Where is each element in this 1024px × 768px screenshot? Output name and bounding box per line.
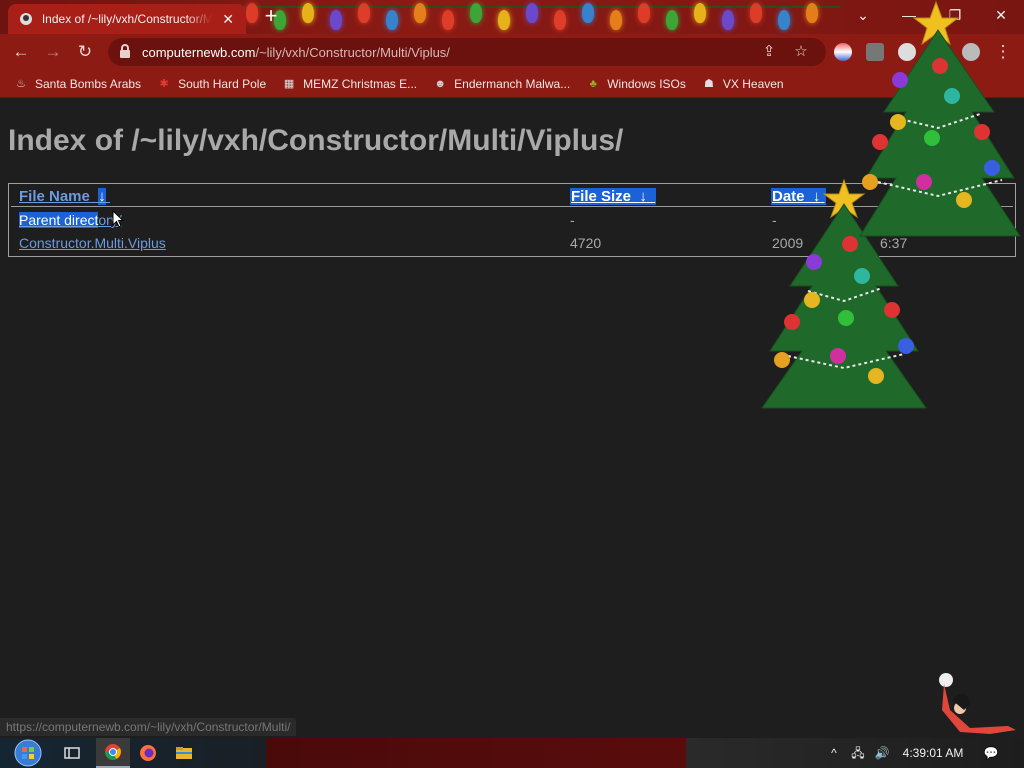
vx-heaven-icon: ☗: [703, 78, 714, 90]
bookmark-item[interactable]: ☻ Endermanch Malwa...: [433, 77, 570, 91]
light-bulb-icon: [806, 3, 818, 23]
address-bar[interactable]: computernewb.com/~lily/vxh/Constructor/M…: [108, 38, 826, 66]
light-bulb-icon: [358, 3, 370, 23]
light-bulb-icon: [386, 10, 398, 30]
url-path: /~lily/vxh/Constructor/Multi/Viplus/: [255, 44, 450, 60]
light-bulb-icon: [554, 10, 566, 30]
santa-girl-icon: [939, 673, 1016, 734]
file-explorer-icon[interactable]: [170, 741, 198, 765]
snowflake-icon: ✱: [159, 78, 169, 90]
light-bulb-icon: [778, 10, 790, 30]
xmas-tree-icon: ♣: [589, 77, 597, 90]
light-bulb-icon: [666, 10, 678, 30]
url-host: computernewb.com: [142, 44, 256, 60]
sort-arrow-icon: ↓: [98, 188, 106, 205]
bookmark-item[interactable]: ♣ Windows ISOs: [586, 77, 686, 91]
light-bulb-icon: [750, 3, 762, 23]
parent-directory-link[interactable]: Parent directory/: [19, 212, 122, 228]
url-text[interactable]: computernewb.com/~lily/vxh/Constructor/M…: [142, 45, 450, 60]
light-bulb-icon: [582, 3, 594, 23]
light-bulb-icon: [330, 10, 342, 30]
bookmark-label: Santa Bombs Arabs: [35, 76, 142, 91]
page-icon: ▦: [283, 78, 295, 90]
raccoon-icon: ☻: [434, 77, 446, 90]
network-icon[interactable]: 🖧: [848, 738, 868, 768]
bookmark-item[interactable]: ☗ VX Heaven: [702, 77, 784, 91]
light-bulb-icon: [526, 3, 538, 23]
bookmark-label: VX Heaven: [722, 76, 784, 91]
tab-title: Index of /~lily/vxh/Constructor/Multi/Vi…: [41, 12, 213, 26]
sort-arrow-icon: ↓: [639, 188, 647, 205]
back-button[interactable]: ←: [8, 40, 34, 64]
column-label: File Size: [571, 188, 632, 205]
column-label: File Name: [19, 188, 90, 205]
light-bulb-icon: [498, 10, 510, 30]
bookmark-label: Windows ISOs: [607, 76, 686, 91]
chrome-icon[interactable]: [96, 738, 130, 768]
forward-button[interactable]: →: [40, 40, 66, 64]
status-bar-url: https://computernewb.com/~lily/vxh/Const…: [0, 718, 297, 736]
task-view-icon[interactable]: [58, 741, 86, 765]
bookmark-item[interactable]: ♨ Santa Bombs Arabs: [14, 77, 141, 91]
light-bulb-icon: [470, 3, 482, 23]
lock-icon[interactable]: [120, 44, 130, 58]
christmas-lights: [240, 0, 840, 34]
page-content: Index of /~lily/vxh/Constructor/Multi/Vi…: [0, 0, 1024, 738]
mouse-cursor-icon: [112, 210, 124, 228]
table-row-name[interactable]: Parent directory/: [19, 212, 122, 228]
start-orb-icon[interactable]: [10, 738, 46, 768]
sort-file-size-link[interactable]: File Size ↓: [570, 188, 657, 205]
light-bulb-icon: [414, 3, 426, 23]
column-header-file-size[interactable]: File Size ↓: [570, 188, 657, 205]
file-link[interactable]: Constructor.Multi.Viplus: [19, 235, 166, 251]
notifications-icon[interactable]: 💬: [980, 738, 1002, 768]
firefox-icon[interactable]: [134, 741, 162, 765]
page-title: Index of /~lily/vxh/Constructor/Multi/Vi…: [8, 124, 624, 157]
volume-icon[interactable]: 🔊: [872, 738, 892, 768]
bookmark-label: MEMZ Christmas E...: [303, 76, 418, 91]
light-bulb-icon: [302, 3, 314, 23]
light-bulb-icon: [442, 10, 454, 30]
share-icon[interactable]: ⇪: [758, 42, 780, 62]
windows-taskbar: ^ 🖧 🔊 4:39:01 AM 💬: [0, 738, 1024, 768]
bookmark-label: South Hard Pole: [178, 76, 267, 91]
link-selected-text: Parent direct: [19, 212, 99, 228]
tab-close-icon[interactable]: ✕: [220, 11, 236, 28]
light-bulb-icon: [638, 3, 650, 23]
extension-flag-icon[interactable]: [834, 43, 852, 61]
bookmark-item[interactable]: ✱ South Hard Pole: [157, 77, 266, 91]
column-header-file-name[interactable]: File Name ↓: [19, 188, 110, 205]
bookmark-label: Endermanch Malwa...: [454, 76, 571, 91]
santa-icon: ♨: [16, 78, 26, 90]
bookmark-item[interactable]: ▦ MEMZ Christmas E...: [282, 77, 417, 91]
tab-active[interactable]: Index of /~lily/vxh/Constructor/Multi/Vi…: [8, 4, 246, 34]
table-row-size: -: [570, 212, 575, 228]
bookmark-star-icon[interactable]: ☆: [790, 42, 812, 62]
sort-file-name-link[interactable]: File Name ↓: [19, 188, 110, 205]
reload-button[interactable]: ↻: [72, 40, 98, 64]
table-row-size: 4720: [570, 235, 602, 251]
christmas-tree-icon: [859, 0, 1021, 237]
table-row-name[interactable]: Constructor.Multi.Viplus: [19, 235, 166, 251]
favicon-icon: [18, 11, 34, 27]
light-bulb-icon: [246, 3, 258, 23]
light-bulb-icon: [694, 3, 706, 23]
taskbar-clock[interactable]: 4:39:01 AM: [896, 738, 970, 768]
light-bulb-icon: [722, 10, 734, 30]
light-bulb-icon: [610, 10, 622, 30]
new-tab-button[interactable]: +: [258, 4, 284, 30]
tray-chevron-icon[interactable]: ^: [826, 738, 842, 768]
